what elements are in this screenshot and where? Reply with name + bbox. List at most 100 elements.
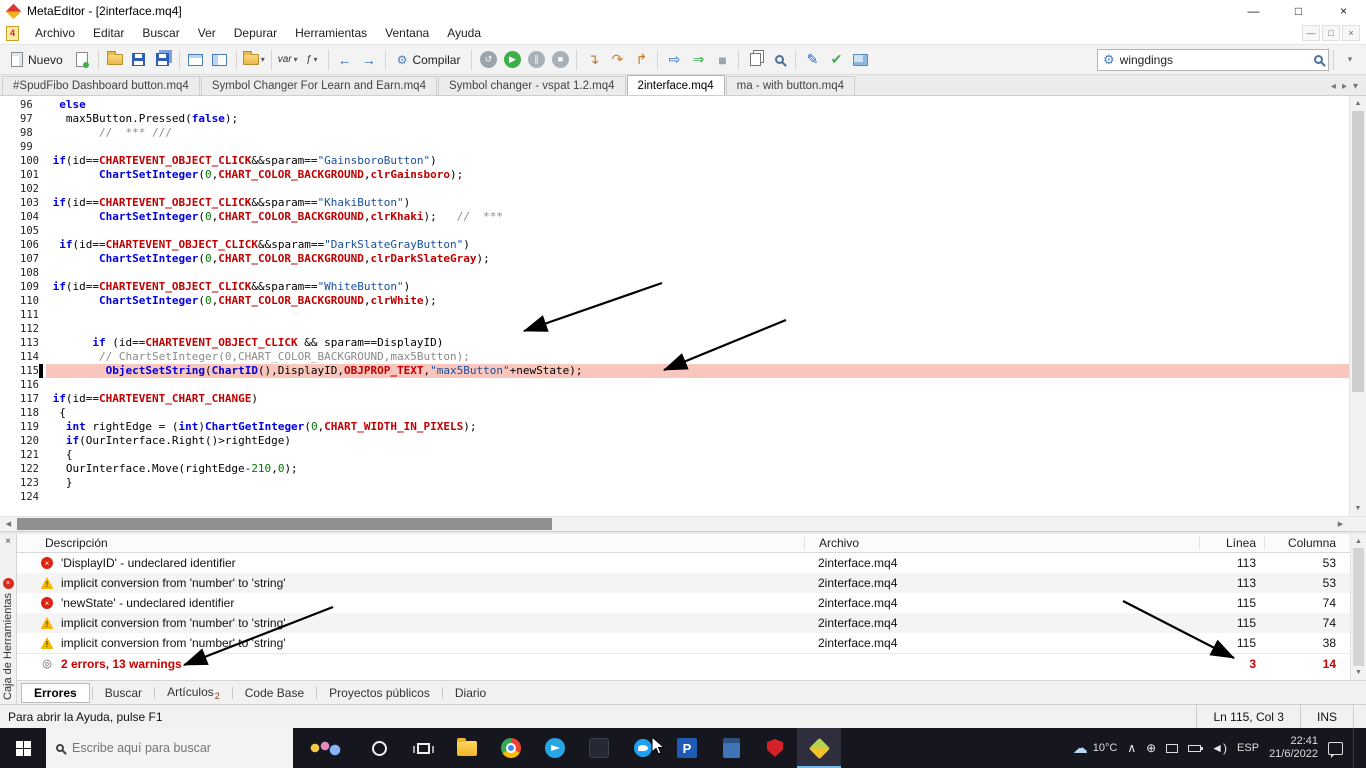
taskbar-calculator[interactable] (709, 728, 753, 768)
save-all-button[interactable] (151, 48, 175, 72)
scroll-thumb[interactable] (17, 518, 552, 530)
scroll-thumb[interactable] (1353, 548, 1364, 666)
taskbar-telegram[interactable] (533, 728, 577, 768)
file-tab[interactable]: #SpudFibo Dashboard button.mq4 (2, 76, 200, 95)
code-line[interactable]: 113 if (id==CHARTEVENT_OBJECT_CLICK && s… (0, 336, 1349, 350)
scroll-up-icon[interactable]: ▲ (1350, 96, 1366, 111)
taskbar-task-view[interactable] (401, 728, 445, 768)
error-row[interactable]: ! implicit conversion from 'number' to 's… (17, 573, 1350, 593)
code-line[interactable]: 96 else (0, 98, 1349, 112)
search-input[interactable] (1119, 52, 1309, 67)
taskbar-file-explorer[interactable] (445, 728, 489, 768)
maximize-button[interactable]: □ (1276, 0, 1321, 22)
new-button[interactable]: Nuevo (4, 50, 70, 69)
step-out-button[interactable]: ↱ (629, 48, 653, 72)
code-line[interactable]: 121 { (0, 448, 1349, 462)
code-line[interactable]: 108 (0, 266, 1349, 280)
display-icon[interactable] (1166, 743, 1179, 753)
notification-icon[interactable] (1328, 741, 1343, 758)
code-line[interactable]: 122 OurInterface.Move(rightEdge-210,0); (0, 462, 1349, 476)
file-tab[interactable]: Symbol Changer For Learn and Earn.mq4 (200, 76, 437, 95)
taskbar-widgets[interactable] (293, 728, 357, 768)
editor-vertical-scrollbar[interactable]: ▲ ▼ (1349, 96, 1366, 516)
tab-scroll-right-icon[interactable]: ▸ (1342, 81, 1347, 92)
volume-icon[interactable]: ◄) (1211, 741, 1227, 755)
bottom-tab-proyectos-públicos[interactable]: Proyectos públicos (319, 683, 440, 703)
taskbar-metaeditor[interactable] (797, 728, 841, 768)
mdi-close-button[interactable]: × (1342, 25, 1360, 41)
tab-list-icon[interactable]: ▾ (1353, 81, 1358, 92)
error-row[interactable]: ! implicit conversion from 'number' to 's… (17, 613, 1350, 633)
start-button[interactable] (0, 728, 46, 768)
new-template-button[interactable] (70, 48, 94, 72)
taskbar-search[interactable] (46, 728, 293, 768)
step-into-button[interactable]: ↴ (581, 48, 605, 72)
run-to-cursor-button[interactable]: ⇨ (662, 48, 686, 72)
code-line[interactable]: 99 (0, 140, 1349, 154)
code-lines[interactable]: 96 else 97 max5Button.Pressed(false); 98 /… (0, 96, 1349, 516)
mdi-minimize-button[interactable]: — (1302, 25, 1320, 41)
editor-horizontal-scrollbar[interactable]: ◀ ▶ (0, 516, 1366, 531)
column-header-description[interactable]: Descripción (17, 536, 804, 550)
insert-mode-indicator[interactable]: INS (1299, 705, 1353, 728)
code-line[interactable]: 97 max5Button.Pressed(false); (0, 112, 1349, 126)
battery-icon[interactable] (1188, 744, 1204, 752)
taskbar-search-input[interactable] (72, 741, 283, 755)
file-tab[interactable]: Symbol changer - vspat 1.2.mq4 (437, 76, 626, 95)
back-button[interactable]: ← (333, 48, 357, 72)
continue-button[interactable]: ⇒ (686, 48, 710, 72)
menu-item-ver[interactable]: Ver (189, 26, 225, 40)
close-button[interactable]: × (1321, 0, 1366, 22)
step-over-button[interactable]: ↷ (605, 48, 629, 72)
column-header-column[interactable]: Columna (1264, 536, 1350, 550)
taskbar-twitter[interactable] (621, 728, 665, 768)
minimize-button[interactable]: — (1231, 0, 1276, 22)
scroll-track[interactable] (17, 517, 1332, 531)
open-file-button[interactable] (103, 48, 127, 72)
preview-button[interactable] (767, 48, 791, 72)
taskbar-metatrader[interactable] (577, 728, 621, 768)
code-line[interactable]: 111 (0, 308, 1349, 322)
network-icon[interactable]: ⊕ (1146, 741, 1156, 755)
scroll-left-icon[interactable]: ◀ (0, 517, 17, 531)
bottom-tab-artículos[interactable]: Artículos 2 (157, 682, 230, 704)
menu-item-editar[interactable]: Editar (84, 26, 133, 40)
insert-variable-button[interactable]: var ▾ (276, 48, 300, 72)
language-indicator[interactable]: ESP (1237, 742, 1259, 754)
code-line[interactable]: 114 // ChartSetInteger(0,CHART_COLOR_BAC… (0, 350, 1349, 364)
code-line[interactable]: 106 if(id==CHARTEVENT_OBJECT_CLICK&&spar… (0, 238, 1349, 252)
file-tab[interactable]: ma - with button.mq4 (725, 76, 856, 95)
code-line[interactable]: 107 ChartSetInteger(0,CHART_COLOR_BACKGR… (0, 252, 1349, 266)
panel-vertical-scrollbar[interactable]: ▲ ▼ (1350, 534, 1366, 680)
split-vertical-button[interactable] (184, 48, 208, 72)
scroll-up-icon[interactable]: ▲ (1351, 534, 1366, 549)
code-line[interactable]: 100 if(id==CHARTEVENT_OBJECT_CLICK&&spar… (0, 154, 1349, 168)
panel-close-icon[interactable]: × (5, 537, 11, 547)
code-line[interactable]: 120 if(OurInterface.Right()>rightEdge) (0, 434, 1349, 448)
menu-item-ventana[interactable]: Ventana (376, 26, 438, 40)
scroll-thumb[interactable] (1352, 111, 1364, 392)
menu-item-archivo[interactable]: Archivo (26, 26, 84, 40)
code-line[interactable]: 101 ChartSetInteger(0,CHART_COLOR_BACKGR… (0, 168, 1349, 182)
code-line[interactable]: 112 (0, 322, 1349, 336)
code-line[interactable]: 105 (0, 224, 1349, 238)
split-horizontal-button[interactable] (208, 48, 232, 72)
scroll-right-icon[interactable]: ▶ (1332, 517, 1349, 531)
code-line[interactable]: 115 ObjectSetString(ChartID(),DisplayID,… (0, 364, 1349, 378)
file-tab[interactable]: 2interface.mq4 (626, 75, 725, 95)
scroll-down-icon[interactable]: ▼ (1350, 501, 1366, 516)
taskbar-security[interactable] (753, 728, 797, 768)
debug-pause-button[interactable]: ∥ (524, 48, 548, 72)
insert-function-button[interactable]: ƒ ▾ (300, 48, 324, 72)
menu-item-buscar[interactable]: Buscar (133, 26, 188, 40)
code-line[interactable]: 124 (0, 490, 1349, 504)
taskbar-publisher[interactable]: P (665, 728, 709, 768)
code-line[interactable]: 103 if(id==CHARTEVENT_OBJECT_CLICK&&spar… (0, 196, 1349, 210)
code-line[interactable]: 119 int rightEdge = (int)ChartGetInteger… (0, 420, 1349, 434)
search-icon[interactable] (1314, 55, 1323, 64)
clock[interactable]: 22:41 21/6/2022 (1269, 735, 1318, 761)
taskbar-chrome[interactable] (489, 728, 533, 768)
code-line[interactable]: 118 { (0, 406, 1349, 420)
gear-icon[interactable]: ⚙ (1103, 52, 1115, 68)
debug-restart-button[interactable]: ↺ (476, 48, 500, 72)
